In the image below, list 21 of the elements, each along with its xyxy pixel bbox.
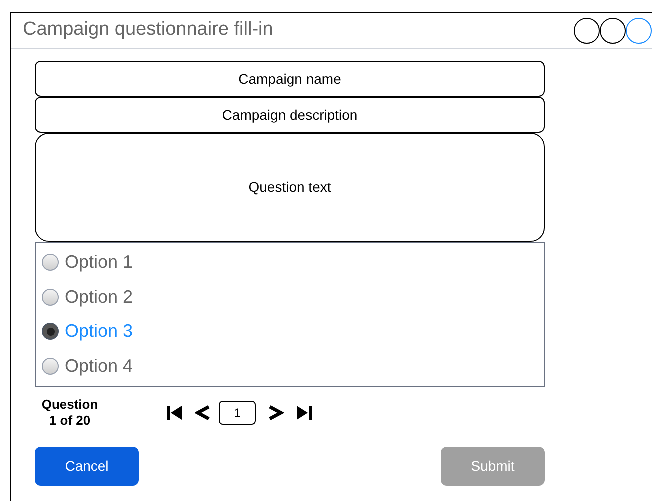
first-page-icon[interactable] <box>167 405 183 421</box>
radio-button[interactable] <box>42 254 59 271</box>
window-title: Campaign questionnaire fill-in <box>23 18 274 42</box>
campaign-description-field[interactable]: Campaign description <box>35 97 545 133</box>
option-label[interactable]: Option 4 <box>65 353 134 380</box>
page-number-field[interactable]: 1 <box>219 401 256 425</box>
campaign-name-field[interactable]: Campaign name <box>35 61 545 97</box>
radio-button[interactable] <box>42 288 59 306</box>
question-label: Question <box>42 397 98 413</box>
next-page-icon[interactable] <box>268 405 284 421</box>
window-control-icon[interactable] <box>600 18 626 44</box>
cancel-button[interactable]: Cancel <box>35 447 139 486</box>
last-page-icon[interactable] <box>296 405 312 421</box>
option-label[interactable]: Option 2 <box>65 284 134 311</box>
question-counter: 1 of 20 <box>49 413 91 429</box>
radio-button[interactable] <box>42 358 59 376</box>
option-label[interactable]: Option 1 <box>65 248 134 276</box>
option-label[interactable]: Option 3 <box>65 318 134 346</box>
previous-page-icon[interactable] <box>195 405 211 421</box>
window-control-icon[interactable] <box>574 18 600 44</box>
radio-button[interactable] <box>42 323 59 340</box>
